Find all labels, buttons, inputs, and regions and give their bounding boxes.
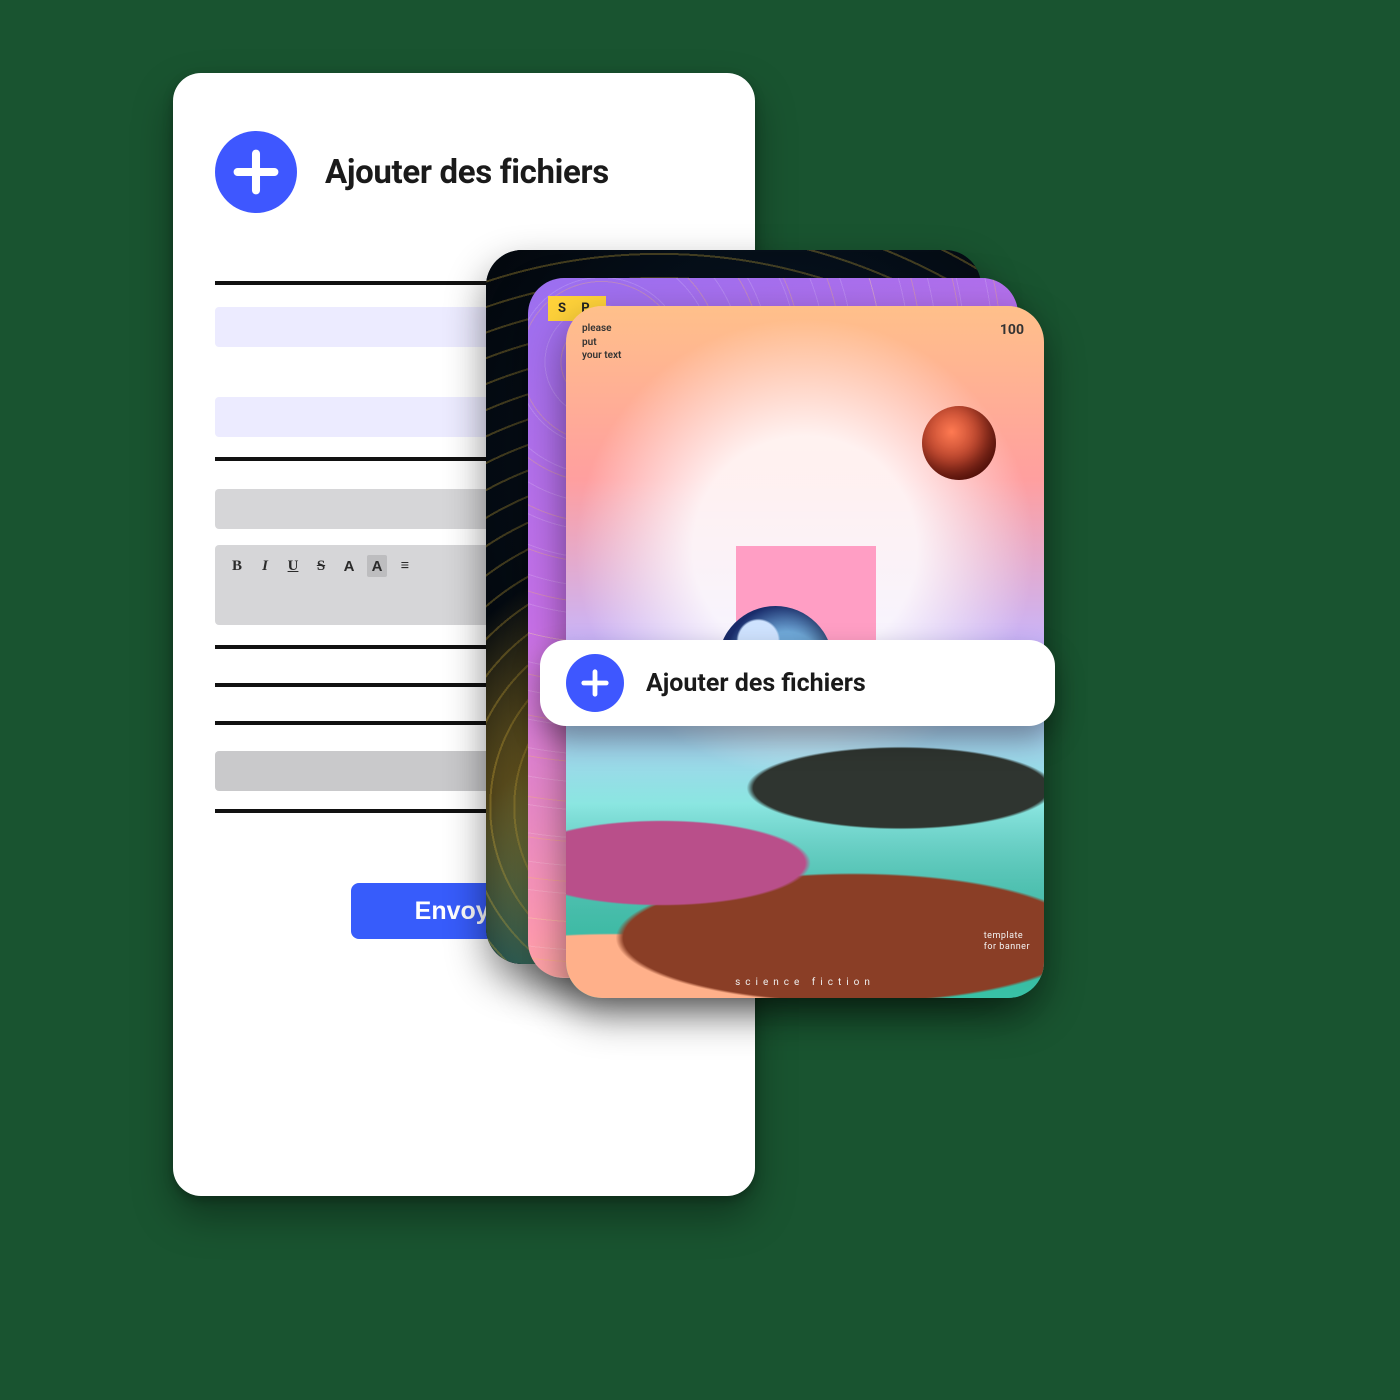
thumbnail-caption: please put your text xyxy=(582,322,621,363)
plus-icon[interactable] xyxy=(215,131,297,213)
plus-icon[interactable] xyxy=(566,654,624,712)
italic-icon[interactable]: I xyxy=(255,555,275,577)
planet-icon xyxy=(922,406,996,480)
thumbnail-footer: science fiction xyxy=(566,977,1044,988)
list-icon[interactable]: ≡ xyxy=(395,555,415,577)
underline-icon[interactable]: U xyxy=(283,555,303,577)
highlight-icon[interactable]: A xyxy=(367,555,387,577)
bold-icon[interactable]: B xyxy=(227,555,247,577)
strike-icon[interactable]: S xyxy=(311,555,331,577)
add-files-pill[interactable]: Ajouter des fichiers xyxy=(540,640,1055,726)
add-files-pill-label: Ajouter des fichiers xyxy=(646,669,866,698)
thumbnail-number: 100 xyxy=(1000,322,1024,338)
thumbnail-meta: template for banner xyxy=(984,931,1030,954)
add-files-label: Ajouter des fichiers xyxy=(325,153,609,192)
add-files-row[interactable]: Ajouter des fichiers xyxy=(215,131,713,213)
font-icon[interactable]: A xyxy=(339,555,359,577)
